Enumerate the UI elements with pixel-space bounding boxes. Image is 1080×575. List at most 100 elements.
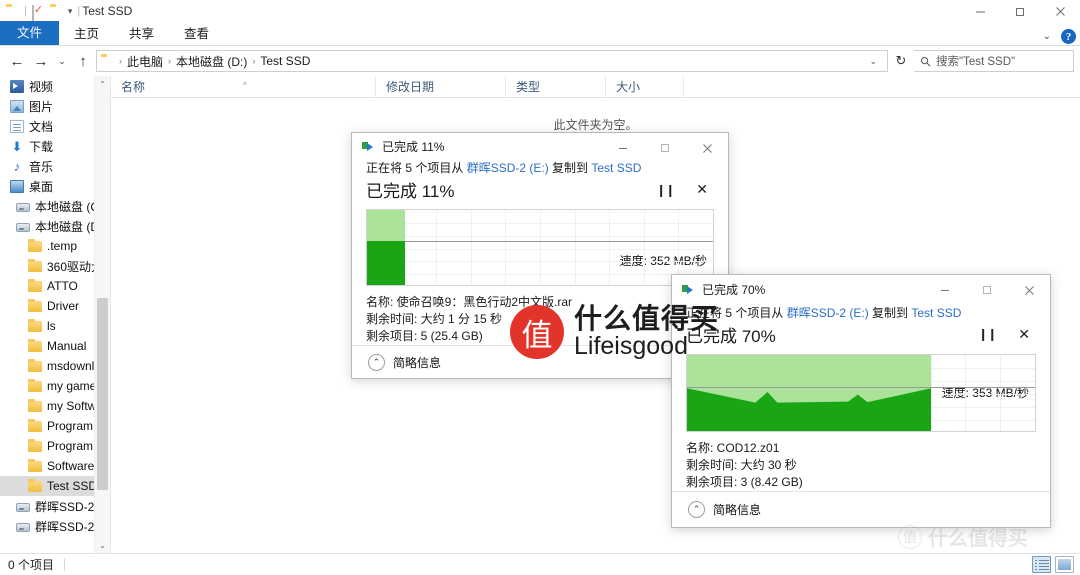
help-icon[interactable]: ? <box>1061 29 1076 44</box>
column-header-2[interactable]: 类型 <box>506 75 606 98</box>
scroll-up-arrow-icon[interactable]: ⌃ <box>95 76 110 92</box>
throughput-waveform <box>687 388 931 431</box>
video-icon <box>10 79 24 93</box>
sidebar-item-label: 图片 <box>29 99 54 114</box>
breadcrumb-separator: › <box>119 56 122 66</box>
chevron-up-icon[interactable]: ⌃ <box>688 500 705 518</box>
sidebar-item-label: ATTO <box>47 279 78 293</box>
copy-destination[interactable]: Test SSD <box>591 161 641 175</box>
minimize-icon[interactable] <box>960 0 1000 22</box>
less-details-label[interactable]: 简略信息 <box>393 354 441 371</box>
dialog-title-bar: 已完成 11% <box>352 133 728 159</box>
chevron-down-icon[interactable]: ⌄ <box>869 56 883 67</box>
throughput-graph: 速度: 353 MB/秒 <box>686 353 1036 432</box>
folder-icon <box>101 56 114 67</box>
minimize-icon[interactable] <box>602 133 644 163</box>
window-title: Test SSD <box>82 4 133 18</box>
less-details-label[interactable]: 简略信息 <box>713 501 761 518</box>
sort-ascending-icon: ^ <box>243 80 247 90</box>
thumbnail-view-icon[interactable] <box>1055 556 1074 573</box>
copy-destination[interactable]: Test SSD <box>911 306 961 320</box>
cancel-icon[interactable]: ✕ <box>1018 326 1030 343</box>
throughput-graph: 速度: 352 MB/秒 <box>366 209 714 287</box>
downloads-icon: ⬇ <box>11 138 23 154</box>
dialog-footer[interactable]: ⌃ 简略信息 <box>672 490 1050 527</box>
address-bar[interactable]: › 此电脑 › 本地磁盘 (D:) › Test SSD ⌄ <box>96 50 888 72</box>
drive-icon <box>16 522 30 532</box>
folder-icon <box>28 239 42 252</box>
copy-prefix: 正在将 5 个项目从 <box>366 161 467 176</box>
divider <box>64 558 66 571</box>
expand-ribbon-icon[interactable]: ⌄ <box>1043 31 1051 42</box>
folder-icon <box>28 299 42 312</box>
column-header-1[interactable]: 修改日期 <box>376 75 506 98</box>
drive-icon <box>16 222 30 232</box>
pause-icon[interactable]: ❙❙ <box>656 183 675 197</box>
pause-icon[interactable]: ❙❙ <box>978 327 997 341</box>
folder-icon <box>28 319 42 332</box>
minimize-icon[interactable] <box>924 275 966 305</box>
copy-description: 正在将 5 个项目从 群晖SSD-2 (E:) 复制到 Test SSD <box>686 304 1036 321</box>
copy-source[interactable]: 群晖SSD-2 (E:) <box>467 161 549 175</box>
tab-share[interactable]: 共享 <box>114 23 169 46</box>
sidebar-scrollbar[interactable]: ⌃ ⌄ <box>94 76 110 553</box>
close-icon[interactable] <box>686 133 728 163</box>
progress-percent-label: 已完成 11% <box>366 182 455 202</box>
up-button[interactable]: ↑ <box>72 50 94 72</box>
detail-items-remaining: 剩余项目: 3 (8.42 GB) <box>686 474 803 489</box>
copy-source[interactable]: 群晖SSD-2 (E:) <box>787 306 869 320</box>
progress-percent-label: 已完成 70% <box>686 326 776 346</box>
status-bar: 0 个项目 <box>0 553 1080 575</box>
checkbox-icon[interactable] <box>31 4 45 21</box>
details-view-icon[interactable] <box>1032 556 1051 573</box>
sidebar-item-label: 桌面 <box>29 179 54 194</box>
column-header-3[interactable]: 大小 <box>606 75 684 98</box>
navigation-pane: 视频 图片 文档 ⬇ 下载 ♪ 音乐 桌面 本地磁盘 (C:) 本地磁盘 (D:) .temp 360… <box>0 76 110 553</box>
navigation-bar: ← → ⌄ ↑ › 此电脑 › 本地磁盘 (D:) › Test SSD ⌄ ↻… <box>0 46 1080 76</box>
maximize-icon[interactable] <box>966 275 1008 305</box>
search-placeholder: 搜索"Test SSD" <box>936 56 1016 68</box>
divider <box>367 241 713 243</box>
forward-button[interactable]: → <box>30 50 52 72</box>
tab-home[interactable]: 主页 <box>59 23 114 46</box>
copy-icon <box>682 284 696 295</box>
sidebar-item-label: 视频 <box>29 79 54 94</box>
close-icon[interactable] <box>1008 275 1050 305</box>
detail-name: 名称: 使命召唤9：黑色行动2中文版.rar <box>366 295 573 310</box>
chevron-up-icon[interactable]: ⌃ <box>368 353 385 371</box>
breadcrumb-test-ssd[interactable]: Test SSD <box>260 54 310 68</box>
column-header-label: 大小 <box>616 79 641 94</box>
folder-icon <box>28 339 42 352</box>
tab-view[interactable]: 查看 <box>169 23 224 46</box>
folder-icon <box>28 459 42 472</box>
ribbon-tabs: 文件 主页 共享 查看 ⌄ ? <box>0 21 1080 46</box>
tab-file[interactable]: 文件 <box>0 21 60 46</box>
sidebar-item-label: 下载 <box>29 139 54 154</box>
scrollbar-thumb[interactable] <box>97 298 108 490</box>
scroll-down-arrow-icon[interactable]: ⌄ <box>95 537 110 553</box>
recent-locations-button[interactable]: ⌄ <box>54 50 70 72</box>
column-header-0[interactable]: ^ 名称 <box>111 75 376 98</box>
pictures-icon <box>10 99 24 113</box>
back-button[interactable]: ← <box>6 50 28 72</box>
copy-dialog-2[interactable]: 已完成 70% 正在将 5 个项目从 群晖SSD-2 (E:) 复制到 Test… <box>671 274 1051 528</box>
breadcrumb-separator: › <box>168 56 172 66</box>
sidebar-item-label: Manual <box>47 339 87 353</box>
grid-line <box>367 236 713 238</box>
folder-icon[interactable] <box>50 6 63 17</box>
copy-prefix: 正在将 5 个项目从 <box>686 305 787 320</box>
column-header-label: 修改日期 <box>386 79 435 94</box>
sidebar-item-label: ls <box>47 319 56 333</box>
close-icon[interactable] <box>1040 0 1080 22</box>
breadcrumb-this-pc[interactable]: 此电脑 <box>127 53 163 70</box>
search-icon <box>920 56 931 66</box>
folder-icon[interactable] <box>6 6 19 17</box>
search-input[interactable]: 搜索"Test SSD" <box>914 50 1074 72</box>
copy-mid: 复制到 <box>868 305 912 320</box>
breadcrumb-local-disk-d[interactable]: 本地磁盘 (D:) <box>176 53 247 70</box>
cancel-icon[interactable]: ✕ <box>696 181 708 198</box>
refresh-button[interactable]: ↻ <box>890 50 912 72</box>
chevron-down-icon[interactable]: ▾ <box>68 6 73 17</box>
maximize-icon[interactable] <box>644 133 686 163</box>
restore-icon[interactable] <box>1000 0 1040 22</box>
